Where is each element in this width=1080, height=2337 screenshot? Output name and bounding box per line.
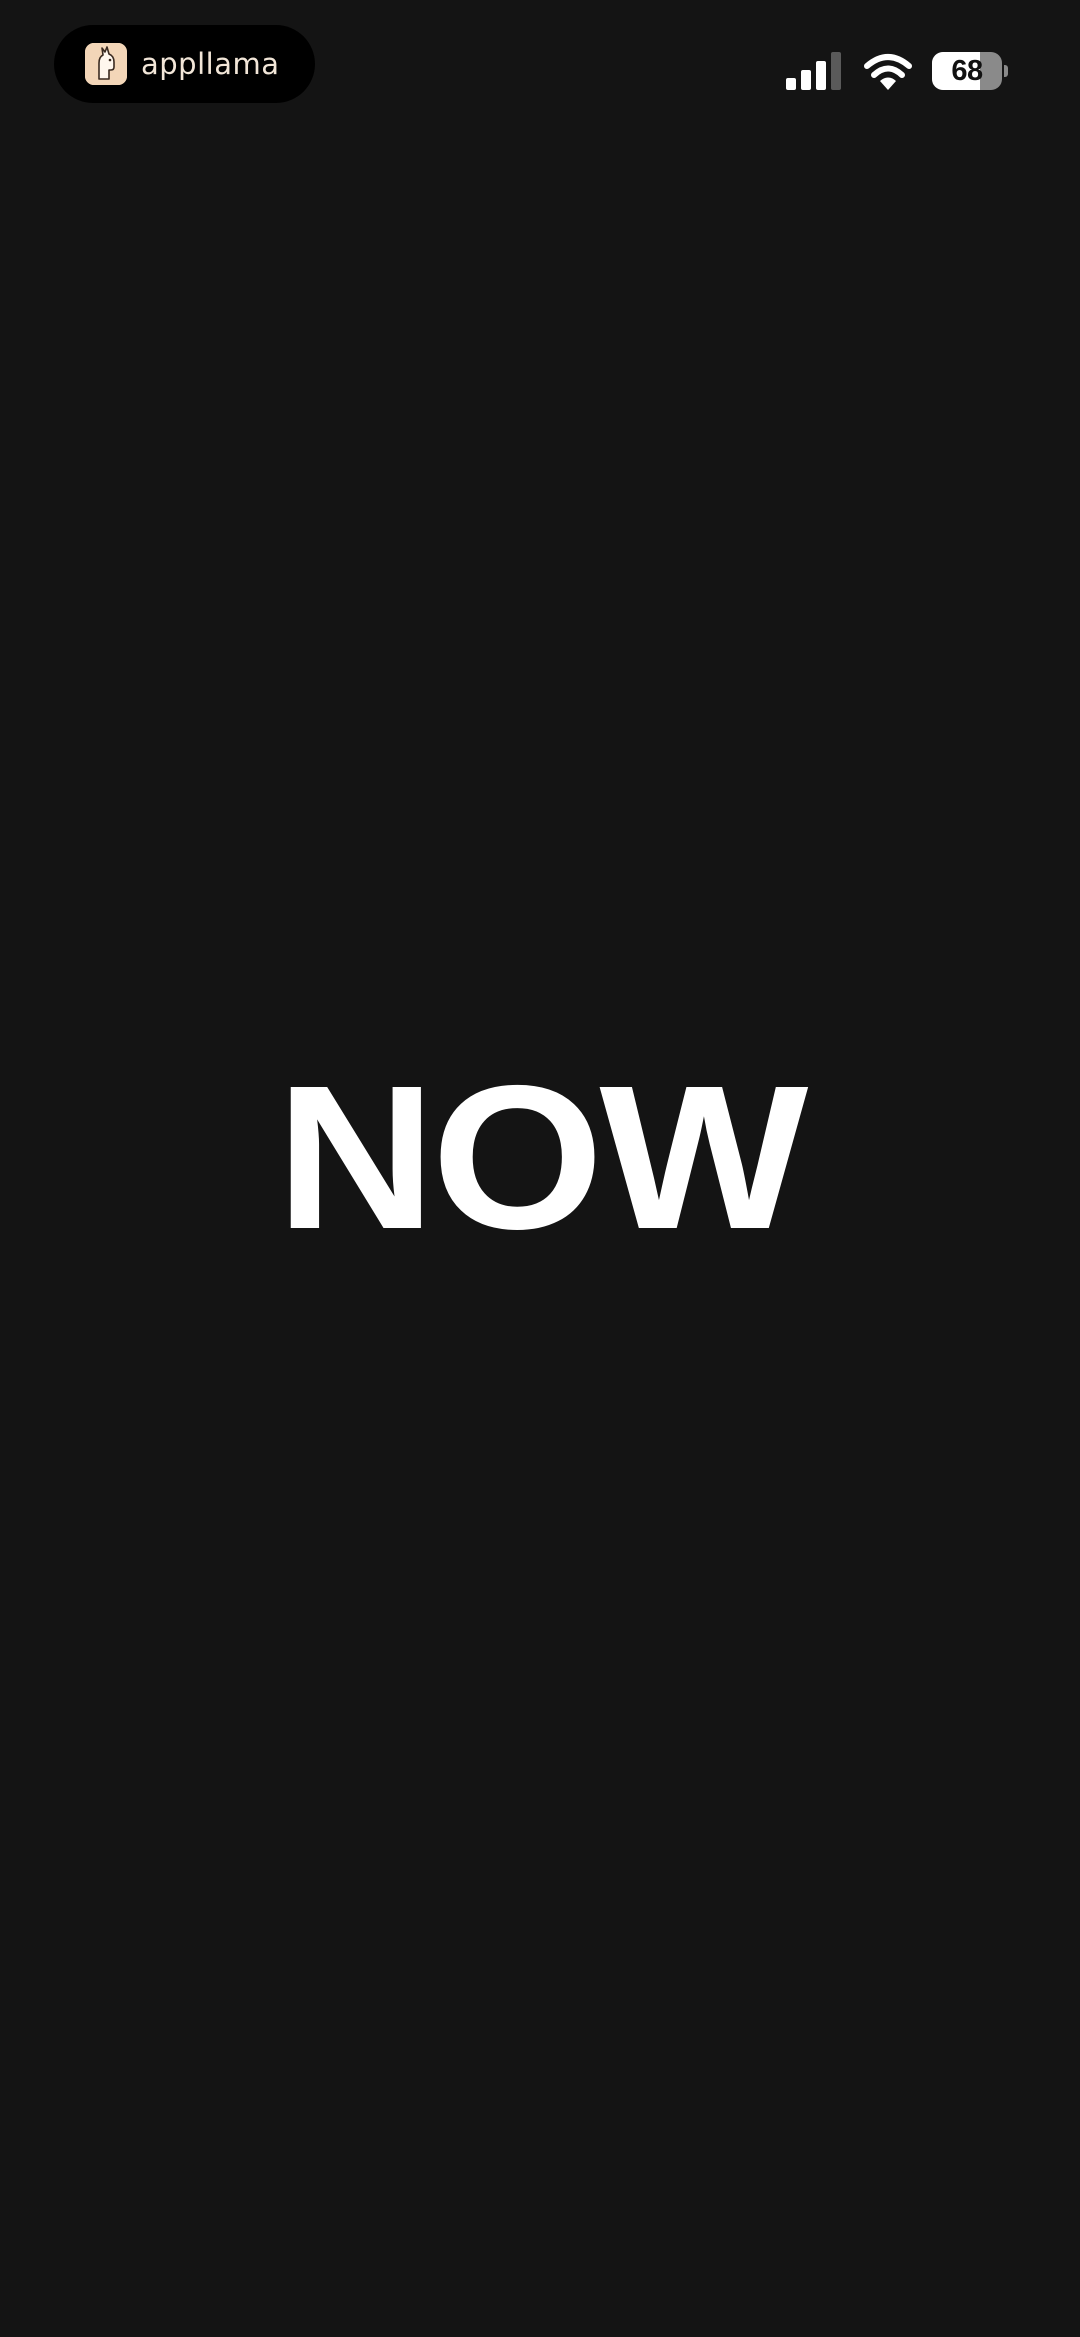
battery-icon: 68 <box>932 52 1002 90</box>
llama-logo-icon <box>85 43 127 85</box>
screen: appllama 68 NOW <box>0 0 1080 2337</box>
cellular-signal-icon <box>786 52 841 90</box>
status-bar: appllama 68 <box>0 0 1080 140</box>
battery-level-label: 68 <box>951 54 983 87</box>
battery-cap <box>1004 65 1008 77</box>
status-indicators: 68 <box>786 50 1008 92</box>
app-indicator-pill[interactable]: appllama <box>54 25 315 103</box>
app-name-label: appllama <box>141 46 280 81</box>
wifi-icon <box>864 54 912 90</box>
headline-text: NOW <box>275 1043 808 1272</box>
battery-indicator: 68 <box>932 51 1008 91</box>
